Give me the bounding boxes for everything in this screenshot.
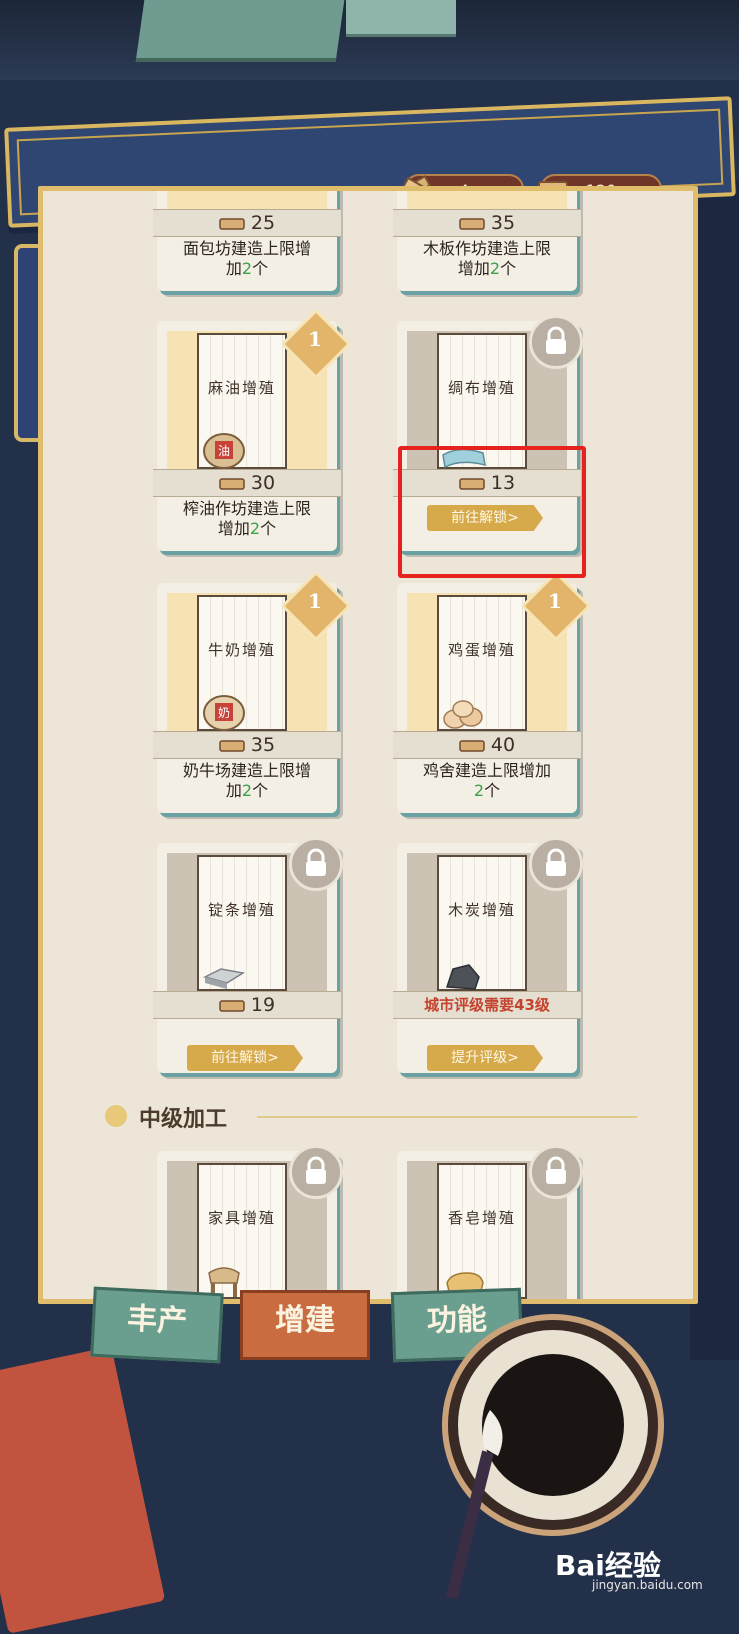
desc-text: 增加 <box>457 259 490 278</box>
desc-text: 木板作坊建造上限 <box>422 239 551 258</box>
card-milk[interactable]: 牛奶增殖 奶 1 35 奶牛场建造上限增 加2个 <box>153 570 352 813</box>
ingot-icon <box>202 968 246 989</box>
desc-number: 2 <box>241 781 253 800</box>
card-sesame-oil[interactable]: 麻油增殖 油 1 30 榨油作坊建造上限 增加2个 <box>153 308 352 551</box>
background-book-small <box>346 0 456 37</box>
card-cost-value: 40 <box>490 734 516 756</box>
wood-bundle-icon <box>459 217 485 230</box>
card-cost: 30 <box>153 469 341 497</box>
lock-icon <box>529 1145 583 1199</box>
desc-text: 增加 <box>217 519 250 538</box>
card-cost: 40 <box>393 731 581 759</box>
desc-text: 加 <box>225 259 242 278</box>
red-envelope-decor <box>0 1346 166 1634</box>
lock-icon <box>529 837 583 891</box>
card-title: 锭条增殖 <box>207 901 276 919</box>
tab-fengchan[interactable]: 丰产 <box>90 1286 224 1364</box>
card-bakery[interactable]: 25 面包坊建造上限增 加2个 <box>153 191 341 291</box>
wood-bundle-icon <box>219 739 245 752</box>
card-plank-workshop[interactable]: 35 木板作坊建造上限 增加2个 <box>393 191 581 291</box>
wood-bundle-icon <box>219 217 245 230</box>
charcoal-icon <box>445 964 480 990</box>
wood-bundle-icon <box>219 999 245 1012</box>
card-description: 面包坊建造上限增 加2个 <box>165 239 329 279</box>
desc-text: 个 <box>252 259 269 278</box>
card-description: 榨油作坊建造上限 增加2个 <box>165 499 329 539</box>
red-highlight-box <box>398 446 586 578</box>
card-description: 奶牛场建造上限增 加2个 <box>165 761 329 801</box>
section-title: 中级加工 <box>139 1107 228 1132</box>
card-furniture[interactable]: 家具增殖 <box>157 1145 343 1299</box>
background-book <box>135 0 345 62</box>
card-title: 木炭增殖 <box>447 901 516 919</box>
tab-zengjian[interactable]: 增建 <box>240 1290 370 1360</box>
desc-text: 加 <box>225 781 242 800</box>
lock-icon <box>529 315 583 369</box>
milk-jar-icon: 奶 <box>203 695 245 731</box>
card-soap[interactable]: 香皂增殖 <box>397 1145 583 1299</box>
brush-decor <box>445 1410 503 1599</box>
jar-label: 油 <box>218 444 230 458</box>
lock-icon <box>289 837 343 891</box>
wood-bundle-icon <box>459 739 485 752</box>
tech-panel: 25 面包坊建造上限增 加2个 35 木板作坊建造上限 增加2个 麻油增殖 油 … <box>38 186 698 1304</box>
lock-icon <box>289 1145 343 1199</box>
watermark-url: jingyan.baidu.com <box>592 1578 703 1592</box>
card-title: 麻油增殖 <box>207 379 276 397</box>
desc-text: 奶牛场建造上限增 <box>182 761 311 780</box>
go-unlock-button[interactable]: 前往解锁> <box>187 1045 303 1071</box>
card-title: 香皂增殖 <box>447 1209 516 1227</box>
card-level-badge: 1 <box>548 589 562 613</box>
card-cost-value: 25 <box>250 212 276 234</box>
tech-card-grid[interactable]: 25 面包坊建造上限增 加2个 35 木板作坊建造上限 增加2个 麻油增殖 油 … <box>43 191 693 1299</box>
card-cost: 35 <box>153 731 341 759</box>
card-title: 鸡蛋增殖 <box>447 641 516 659</box>
jar-label: 奶 <box>218 706 230 720</box>
card-title: 牛奶增殖 <box>207 641 276 659</box>
card-description: 木板作坊建造上限 增加2个 <box>405 239 569 279</box>
oil-jar-icon: 油 <box>203 433 245 469</box>
card-cost: 35 <box>393 209 581 237</box>
desc-text: 榨油作坊建造上限 <box>182 499 311 518</box>
desc-number: 2 <box>249 519 261 538</box>
desc-text: 面包坊建造上限增 <box>182 239 311 258</box>
desc-number: 2 <box>473 781 485 800</box>
card-charcoal[interactable]: 木炭增殖 城市评级需要43级 提升评级> <box>393 837 583 1073</box>
card-cost-value: 35 <box>490 212 516 234</box>
desc-number: 2 <box>241 259 253 278</box>
card-cost-value: 35 <box>250 734 276 756</box>
flower-icon <box>105 1105 127 1127</box>
card-ingot[interactable]: 锭条增殖 19 前往解锁> <box>153 837 343 1073</box>
section-divider <box>257 1116 637 1118</box>
card-description: 鸡舍建造上限增加 2个 <box>405 761 569 801</box>
desc-text: 个 <box>252 781 269 800</box>
card-title: 绸布增殖 <box>447 379 516 397</box>
wood-bundle-icon <box>219 477 245 490</box>
card-cost-value: 19 <box>250 994 276 1016</box>
card-cost: 25 <box>153 209 341 237</box>
desc-text: 个 <box>500 259 517 278</box>
desc-number: 2 <box>489 259 501 278</box>
desc-text: 个 <box>260 519 277 538</box>
upgrade-rating-button[interactable]: 提升评级> <box>427 1045 543 1071</box>
desc-text: 个 <box>484 781 501 800</box>
card-level-badge: 1 <box>308 327 322 351</box>
city-rating-requirement: 城市评级需要43级 <box>424 996 550 1014</box>
eggs-icon <box>443 700 483 729</box>
card-title: 家具增殖 <box>207 1209 276 1227</box>
card-egg[interactable]: 鸡蛋增殖 1 40 鸡舍建造上限增加 2个 <box>393 570 592 813</box>
desc-text: 鸡舍建造上限增加 <box>422 761 551 780</box>
card-level-badge: 1 <box>308 589 322 613</box>
card-cost: 19 <box>153 991 341 1019</box>
card-cost-value: 30 <box>250 472 276 494</box>
section-header-intermediate: 中级加工 <box>105 1101 645 1132</box>
